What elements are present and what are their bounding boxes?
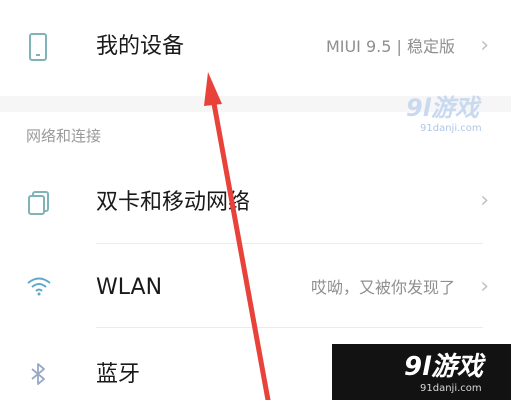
phone-icon bbox=[26, 32, 50, 66]
chevron-right-icon: › bbox=[480, 274, 489, 299]
my-device-label: 我的设备 bbox=[96, 34, 185, 59]
wlan-label: WLAN bbox=[96, 275, 163, 300]
dual-sim-label: 双卡和移动网络 bbox=[96, 190, 251, 215]
my-device-row[interactable]: 我的设备 MIUI 9.5 | 稳定版 › bbox=[0, 0, 511, 96]
wlan-status-value: 哎呦，又被你发现了 bbox=[310, 278, 455, 297]
wifi-icon bbox=[26, 276, 52, 300]
dual-sim-icon bbox=[26, 190, 52, 220]
bluetooth-label: 蓝牙 bbox=[96, 362, 141, 387]
watermark-site-text: 91danji.com bbox=[420, 123, 482, 134]
watermark-logo-bottom: 9l游戏 91danji.com bbox=[404, 346, 483, 394]
wlan-row[interactable]: WLAN 哎呦，又被你发现了 › bbox=[0, 244, 511, 328]
chevron-right-icon: › bbox=[480, 188, 489, 213]
chevron-right-icon: › bbox=[480, 33, 489, 58]
watermark-site-text: 91danji.com bbox=[420, 383, 482, 394]
watermark-logo-top: 9l游戏 91danji.com bbox=[406, 88, 482, 134]
watermark-logo-text: 9l游戏 bbox=[404, 352, 484, 382]
dual-sim-row[interactable]: 双卡和移动网络 › bbox=[0, 160, 511, 244]
watermark-logo-text: 9l游戏 bbox=[406, 94, 479, 122]
bluetooth-icon bbox=[26, 362, 50, 390]
section-header: 网络和连接 bbox=[26, 127, 102, 145]
miui-version-value: MIUI 9.5 | 稳定版 bbox=[325, 37, 455, 56]
